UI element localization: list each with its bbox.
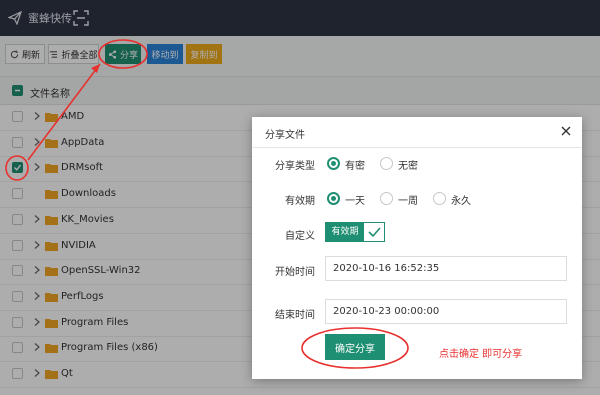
share-type-public-radio[interactable]: [380, 157, 393, 170]
share-type-private-radio[interactable]: [327, 157, 340, 170]
validity-forever-radio[interactable]: [433, 192, 446, 205]
annotation-text: 点击确定 即可分享: [439, 349, 523, 360]
end-time-label: 结束时间: [275, 310, 315, 321]
validity-forever-label: 永久: [451, 196, 471, 207]
end-time-value: 2020-10-23 00:00:00: [333, 306, 440, 317]
validity-label: 有效期: [285, 196, 315, 207]
custom-label: 自定义: [285, 231, 315, 242]
share-type-private-label: 有密: [345, 161, 365, 172]
share-dialog: 分享文件 分享类型 有密 无密 有效期 一天 一周 永久 自定义 有效期 开始时…: [252, 117, 582, 379]
dialog-title: 分享文件: [265, 130, 305, 141]
dialog-header: 分享文件: [252, 117, 582, 148]
start-time-value: 2020-10-16 16:52:35: [333, 263, 440, 274]
share-type-label: 分享类型: [275, 161, 315, 172]
custom-validity-toggle[interactable]: 有效期: [325, 222, 385, 242]
validity-day-radio[interactable]: [327, 192, 340, 205]
start-time-input[interactable]: 2020-10-16 16:52:35: [325, 256, 567, 281]
close-icon[interactable]: [560, 125, 572, 137]
share-type-public-label: 无密: [398, 161, 418, 172]
custom-toggle-label: 有效期: [326, 223, 364, 241]
validity-week-label: 一周: [398, 196, 418, 207]
check-icon: [368, 227, 381, 238]
validity-week-radio[interactable]: [380, 192, 393, 205]
confirm-share-button[interactable]: 确定分享: [325, 334, 385, 360]
start-time-label: 开始时间: [275, 267, 315, 278]
validity-day-label: 一天: [345, 196, 365, 207]
end-time-input[interactable]: 2020-10-23 00:00:00: [325, 299, 567, 324]
confirm-share-label: 确定分享: [335, 343, 375, 355]
